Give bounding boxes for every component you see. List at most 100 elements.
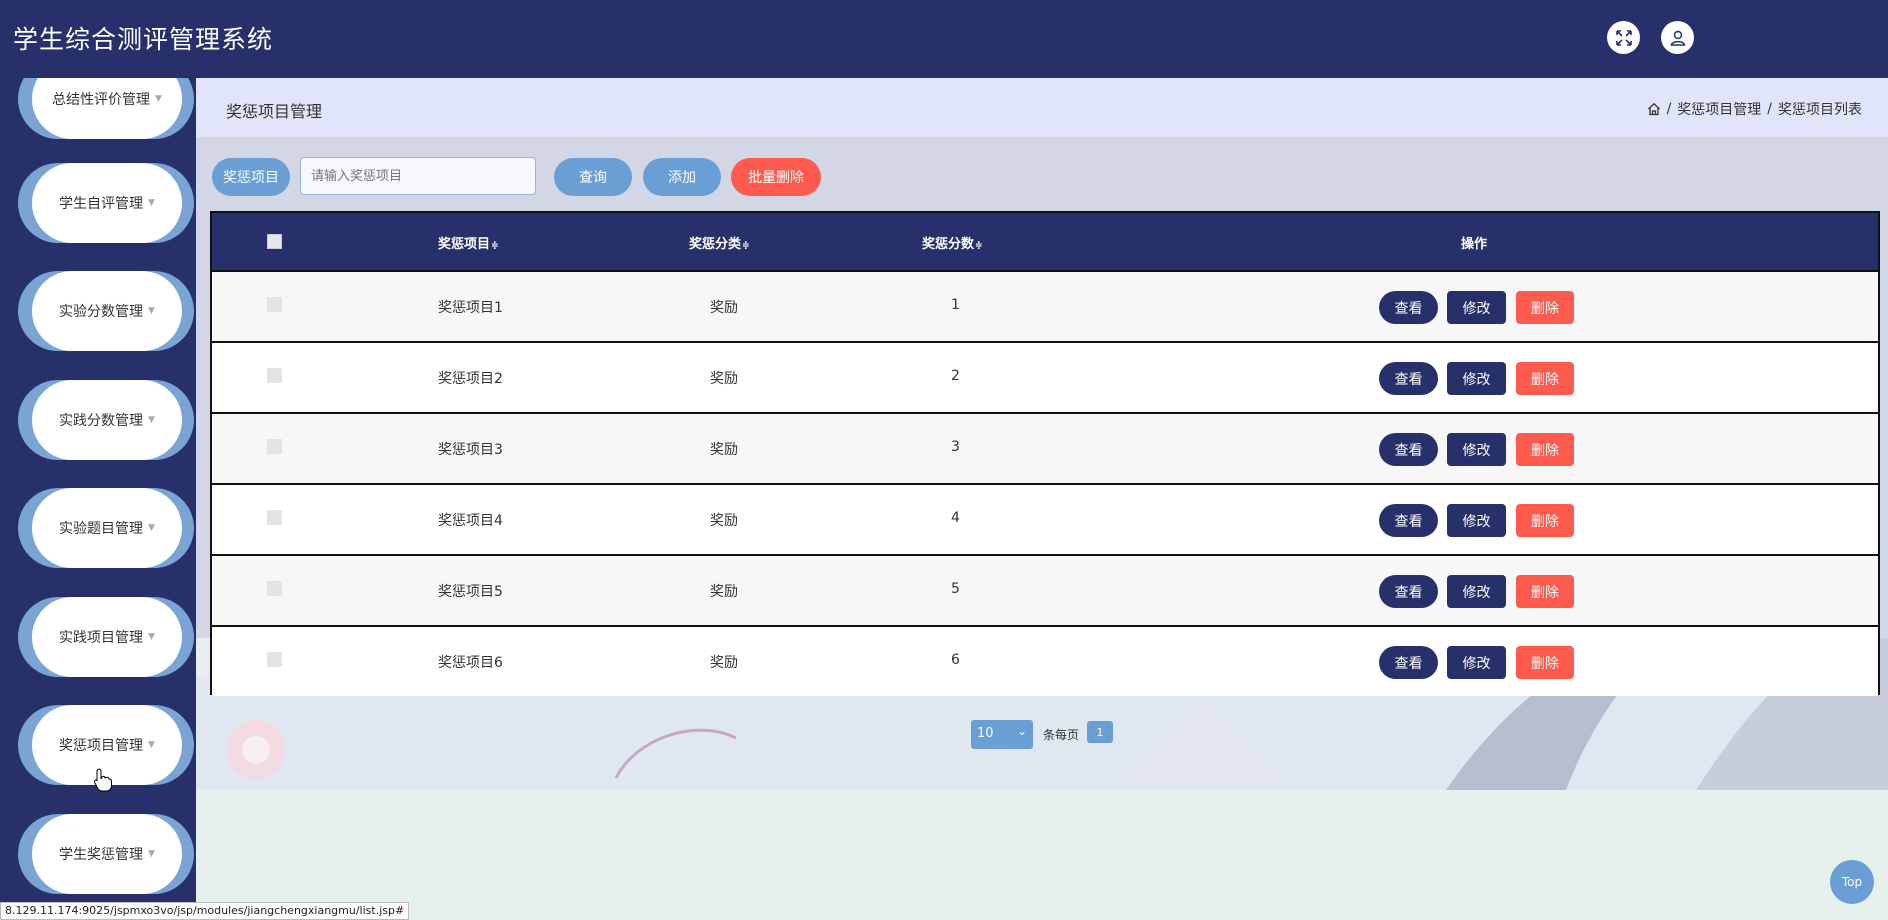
edit-button[interactable]: 修改	[1447, 575, 1506, 608]
breadcrumb-item[interactable]: 奖惩项目管理	[1677, 99, 1761, 119]
top-bar: 学生综合测评管理系统	[0, 0, 1888, 78]
cell-name: 奖惩项目1	[438, 300, 503, 316]
edit-button[interactable]: 修改	[1447, 646, 1506, 679]
table-row: 奖惩项目5 奖励 5 查看 修改 删除	[212, 554, 1878, 625]
chevron-down-icon: ▼	[148, 740, 155, 750]
expand-arrows-icon	[1615, 29, 1632, 46]
sidebar-item-practice-projects[interactable]: 实践项目管理 ▼	[18, 597, 196, 677]
cell-name: 奖惩项目3	[438, 442, 503, 458]
table-row: 奖惩项目2 奖励 2 查看 修改 删除	[212, 341, 1878, 412]
chevron-down-icon: ▼	[148, 415, 155, 425]
chevron-down-icon: ⌄	[1016, 724, 1027, 738]
view-button[interactable]: 查看	[1379, 646, 1438, 679]
delete-button[interactable]: 删除	[1516, 291, 1574, 324]
status-bar-url: 8.129.11.174:9025/jspmxo3vo/jsp/modules/…	[0, 902, 410, 920]
row-checkbox[interactable]	[267, 652, 282, 667]
breadcrumb: / 奖惩项目管理 / 奖惩项目列表	[1647, 99, 1862, 119]
table-row: 奖惩项目1 奖励 1 查看 修改 删除	[212, 270, 1878, 341]
breadcrumb-item: 奖惩项目列表	[1778, 102, 1862, 118]
page-size-value: 10	[977, 726, 994, 741]
breadcrumb-separator: /	[1666, 101, 1672, 117]
page-size-select[interactable]: 10 ⌄	[971, 720, 1033, 749]
edit-button[interactable]: 修改	[1447, 362, 1506, 395]
app-title: 学生综合测评管理系统	[13, 25, 274, 54]
chevron-down-icon: ▼	[155, 94, 162, 104]
cell-score: 5	[951, 581, 960, 597]
cell-category: 奖励	[710, 584, 738, 600]
row-checkbox[interactable]	[267, 581, 282, 596]
cell-category: 奖励	[710, 513, 738, 529]
column-header-actions: 操作	[1461, 237, 1488, 252]
edit-button[interactable]: 修改	[1447, 291, 1506, 324]
fullscreen-button[interactable]	[1607, 21, 1640, 54]
sidebar-item-practice-scores[interactable]: 实践分数管理 ▼	[18, 380, 196, 460]
table-row: 奖惩项目3 奖励 3 查看 修改 删除	[212, 412, 1878, 483]
sidebar-item-experiment-scores[interactable]: 实验分数管理 ▼	[18, 271, 196, 351]
cell-name: 奖惩项目4	[438, 513, 503, 529]
row-checkbox[interactable]	[267, 439, 282, 454]
view-button[interactable]: 查看	[1379, 575, 1438, 608]
breadcrumb-bar: 奖惩项目管理 / 奖惩项目管理 / 奖惩项目列表	[196, 78, 1888, 137]
delete-button[interactable]: 删除	[1516, 504, 1574, 537]
cell-category: 奖励	[710, 442, 738, 458]
cell-score: 3	[951, 439, 960, 455]
sidebar-item-summative-evaluation[interactable]: 总结性评价管理 ▼	[18, 78, 196, 139]
chevron-down-icon: ▼	[148, 198, 155, 208]
per-page-label: 条每页	[1043, 728, 1080, 742]
view-button[interactable]: 查看	[1379, 504, 1438, 537]
view-button[interactable]: 查看	[1379, 291, 1438, 324]
user-menu-button[interactable]	[1661, 21, 1694, 54]
delete-button[interactable]: 删除	[1516, 362, 1574, 395]
pagination: 10 ⌄ 条每页 1	[196, 718, 1888, 754]
sort-icon: ≑	[742, 241, 750, 251]
sort-icon: ≑	[491, 241, 499, 251]
row-checkbox[interactable]	[267, 510, 282, 525]
column-header-name[interactable]: 奖惩项目≑	[438, 233, 499, 252]
home-icon[interactable]	[1647, 102, 1661, 116]
sidebar-item-label: 学生自评管理	[59, 196, 144, 212]
cell-score: 1	[951, 297, 960, 313]
batch-delete-button[interactable]: 批量删除	[731, 158, 821, 196]
delete-button[interactable]: 删除	[1516, 575, 1574, 608]
edit-button[interactable]: 修改	[1447, 504, 1506, 537]
sidebar-item-label: 实验分数管理	[59, 304, 144, 320]
sidebar-item-experiment-topics[interactable]: 实验题目管理 ▼	[18, 488, 196, 568]
cell-name: 奖惩项目5	[438, 584, 503, 600]
column-header-category[interactable]: 奖惩分类≑	[689, 233, 750, 252]
cell-category: 奖励	[710, 655, 738, 671]
search-input[interactable]	[300, 157, 536, 195]
sidebar-item-label: 实践分数管理	[59, 413, 144, 429]
sidebar-item-student-rewards[interactable]: 学生奖惩管理 ▼	[18, 814, 196, 894]
row-checkbox[interactable]	[267, 368, 282, 383]
hand-cursor-icon	[94, 768, 112, 792]
sidebar-item-label: 学生奖惩管理	[59, 847, 144, 863]
add-button[interactable]: 添加	[643, 158, 721, 196]
cell-score: 4	[951, 510, 960, 526]
edit-button[interactable]: 修改	[1447, 433, 1506, 466]
chevron-down-icon: ▼	[148, 632, 155, 642]
breadcrumb-separator: /	[1767, 101, 1772, 117]
page-number-button[interactable]: 1	[1087, 721, 1113, 743]
sort-icon: ≑	[975, 241, 983, 251]
sidebar-item-self-evaluation[interactable]: 学生自评管理 ▼	[18, 163, 196, 243]
chevron-down-icon: ▼	[148, 306, 155, 316]
view-button[interactable]: 查看	[1379, 433, 1438, 466]
cell-name: 奖惩项目2	[438, 371, 503, 387]
chevron-down-icon: ▼	[148, 523, 155, 533]
select-all-checkbox[interactable]	[267, 234, 282, 249]
back-to-top-button[interactable]: Top	[1830, 860, 1874, 904]
delete-button[interactable]: 删除	[1516, 646, 1574, 679]
table-header: 奖惩项目≑ 奖惩分类≑ 奖惩分数≑ 操作	[212, 213, 1878, 270]
cell-score: 2	[951, 368, 960, 384]
view-button[interactable]: 查看	[1379, 362, 1438, 395]
row-checkbox[interactable]	[267, 297, 282, 312]
cell-category: 奖励	[710, 300, 738, 316]
column-header-score[interactable]: 奖惩分数≑	[922, 233, 983, 252]
cell-score: 6	[951, 652, 960, 668]
query-button[interactable]: 查询	[554, 158, 632, 196]
data-table: 奖惩项目≑ 奖惩分类≑ 奖惩分数≑ 操作 奖惩项目1 奖励 1 查看 修改 删除…	[210, 211, 1880, 696]
sidebar-item-label: 实践项目管理	[59, 630, 144, 646]
sidebar-item-label: 总结性评价管理	[52, 92, 151, 108]
chevron-down-icon: ▼	[148, 849, 155, 859]
delete-button[interactable]: 删除	[1516, 433, 1574, 466]
